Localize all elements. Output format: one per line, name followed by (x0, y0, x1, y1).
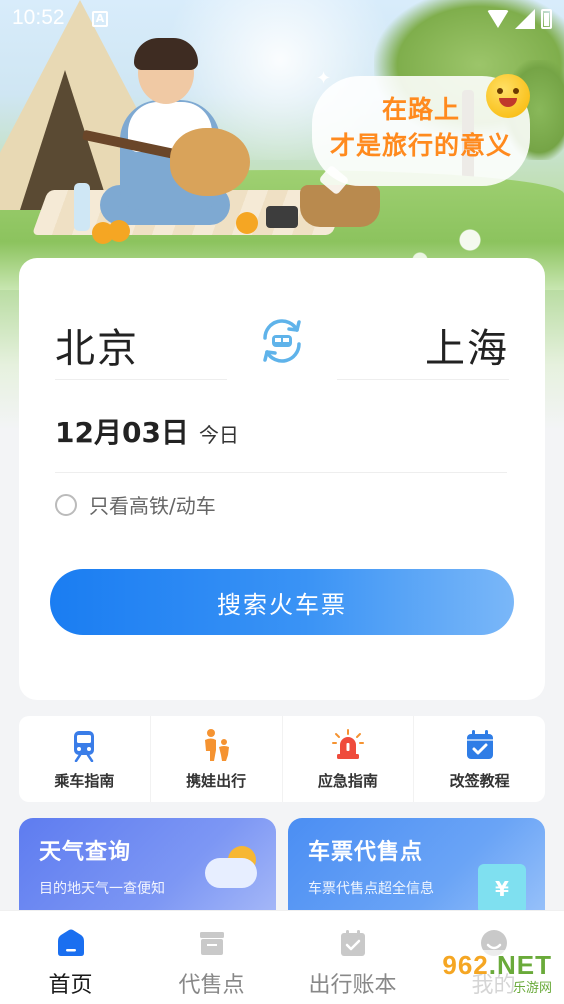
slogan-line-2: 才是旅行的意义 (329, 131, 512, 160)
to-city[interactable]: 上海 (425, 316, 509, 374)
quick-entry-travel-with-kids[interactable]: 携娃出行 (151, 716, 283, 802)
calendar-check-icon (466, 730, 493, 759)
site-watermark: 962.NET 乐游网 (420, 950, 560, 1000)
date-selector[interactable]: 12月03日 今日 (55, 411, 239, 451)
tab-ledger-label: 出行账本 (308, 973, 397, 998)
watermark-suffix: .NET (488, 950, 552, 980)
train-icon (74, 731, 95, 762)
high-speed-only-checkbox[interactable] (55, 493, 77, 516)
tab-home[interactable]: 首页 (0, 911, 141, 1004)
divider (55, 472, 507, 473)
person-hair (134, 38, 198, 70)
quick-entry-label: 携娃出行 (186, 772, 247, 790)
swap-cities-icon[interactable] (257, 316, 307, 366)
signal-icon (515, 9, 535, 29)
travel-date: 12月03日 (55, 416, 189, 449)
tab-agent-label: 代售点 (178, 973, 245, 998)
store-icon (199, 932, 224, 955)
tab-agent-points[interactable]: 代售点 (141, 911, 282, 1004)
sparkle-icon: ✦ (316, 68, 332, 89)
high-speed-only-option[interactable]: 只看高铁/动车 (55, 490, 216, 519)
quick-entries: 乘车指南 携娃出行 应急指南 改签教程 (19, 716, 545, 802)
quick-entry-boarding-guide[interactable]: 乘车指南 (19, 716, 151, 802)
watermark-subtitle: 乐游网 (512, 981, 552, 996)
quick-entry-label: 应急指南 (317, 772, 378, 790)
high-speed-only-label: 只看高铁/动车 (89, 494, 216, 518)
tab-travel-ledger[interactable]: 出行账本 (282, 911, 423, 1004)
keyboard-indicator-icon: A (92, 11, 108, 27)
ticket-yen-icon: ¥ (478, 864, 526, 914)
guitar-illustration (170, 128, 250, 196)
watermark-number: 962 (442, 950, 489, 980)
parent-child-icon (205, 729, 230, 761)
status-bar: 10:52 A (0, 0, 564, 38)
ledger-icon (340, 930, 365, 956)
ticket-search-card: 北京 上海 12月03日 今日 只看高铁/动车 搜索火车票 (19, 258, 545, 700)
to-city-underline (337, 379, 509, 380)
cloud-icon (205, 858, 257, 888)
agent-card-title: 车票代售点 (308, 840, 424, 865)
smile-emoji-icon (486, 74, 530, 118)
tab-home-label: 首页 (48, 973, 93, 998)
quick-entry-emergency-guide[interactable]: 应急指南 (283, 716, 415, 802)
home-icon (57, 929, 84, 956)
status-icons (487, 9, 552, 29)
from-city[interactable]: 北京 (55, 316, 139, 374)
date-hint: 今日 (198, 423, 239, 447)
wifi-icon (487, 10, 509, 28)
search-tickets-button[interactable]: 搜索火车票 (50, 569, 514, 635)
battery-icon (541, 9, 552, 29)
quick-entry-label: 改签教程 (449, 772, 510, 790)
quick-entry-label: 乘车指南 (54, 772, 115, 790)
from-city-underline (55, 379, 227, 380)
quick-entry-reschedule-tutorial[interactable]: 改签教程 (414, 716, 545, 802)
status-time: 10:52 (12, 6, 65, 29)
alarm-light-icon (331, 729, 364, 759)
